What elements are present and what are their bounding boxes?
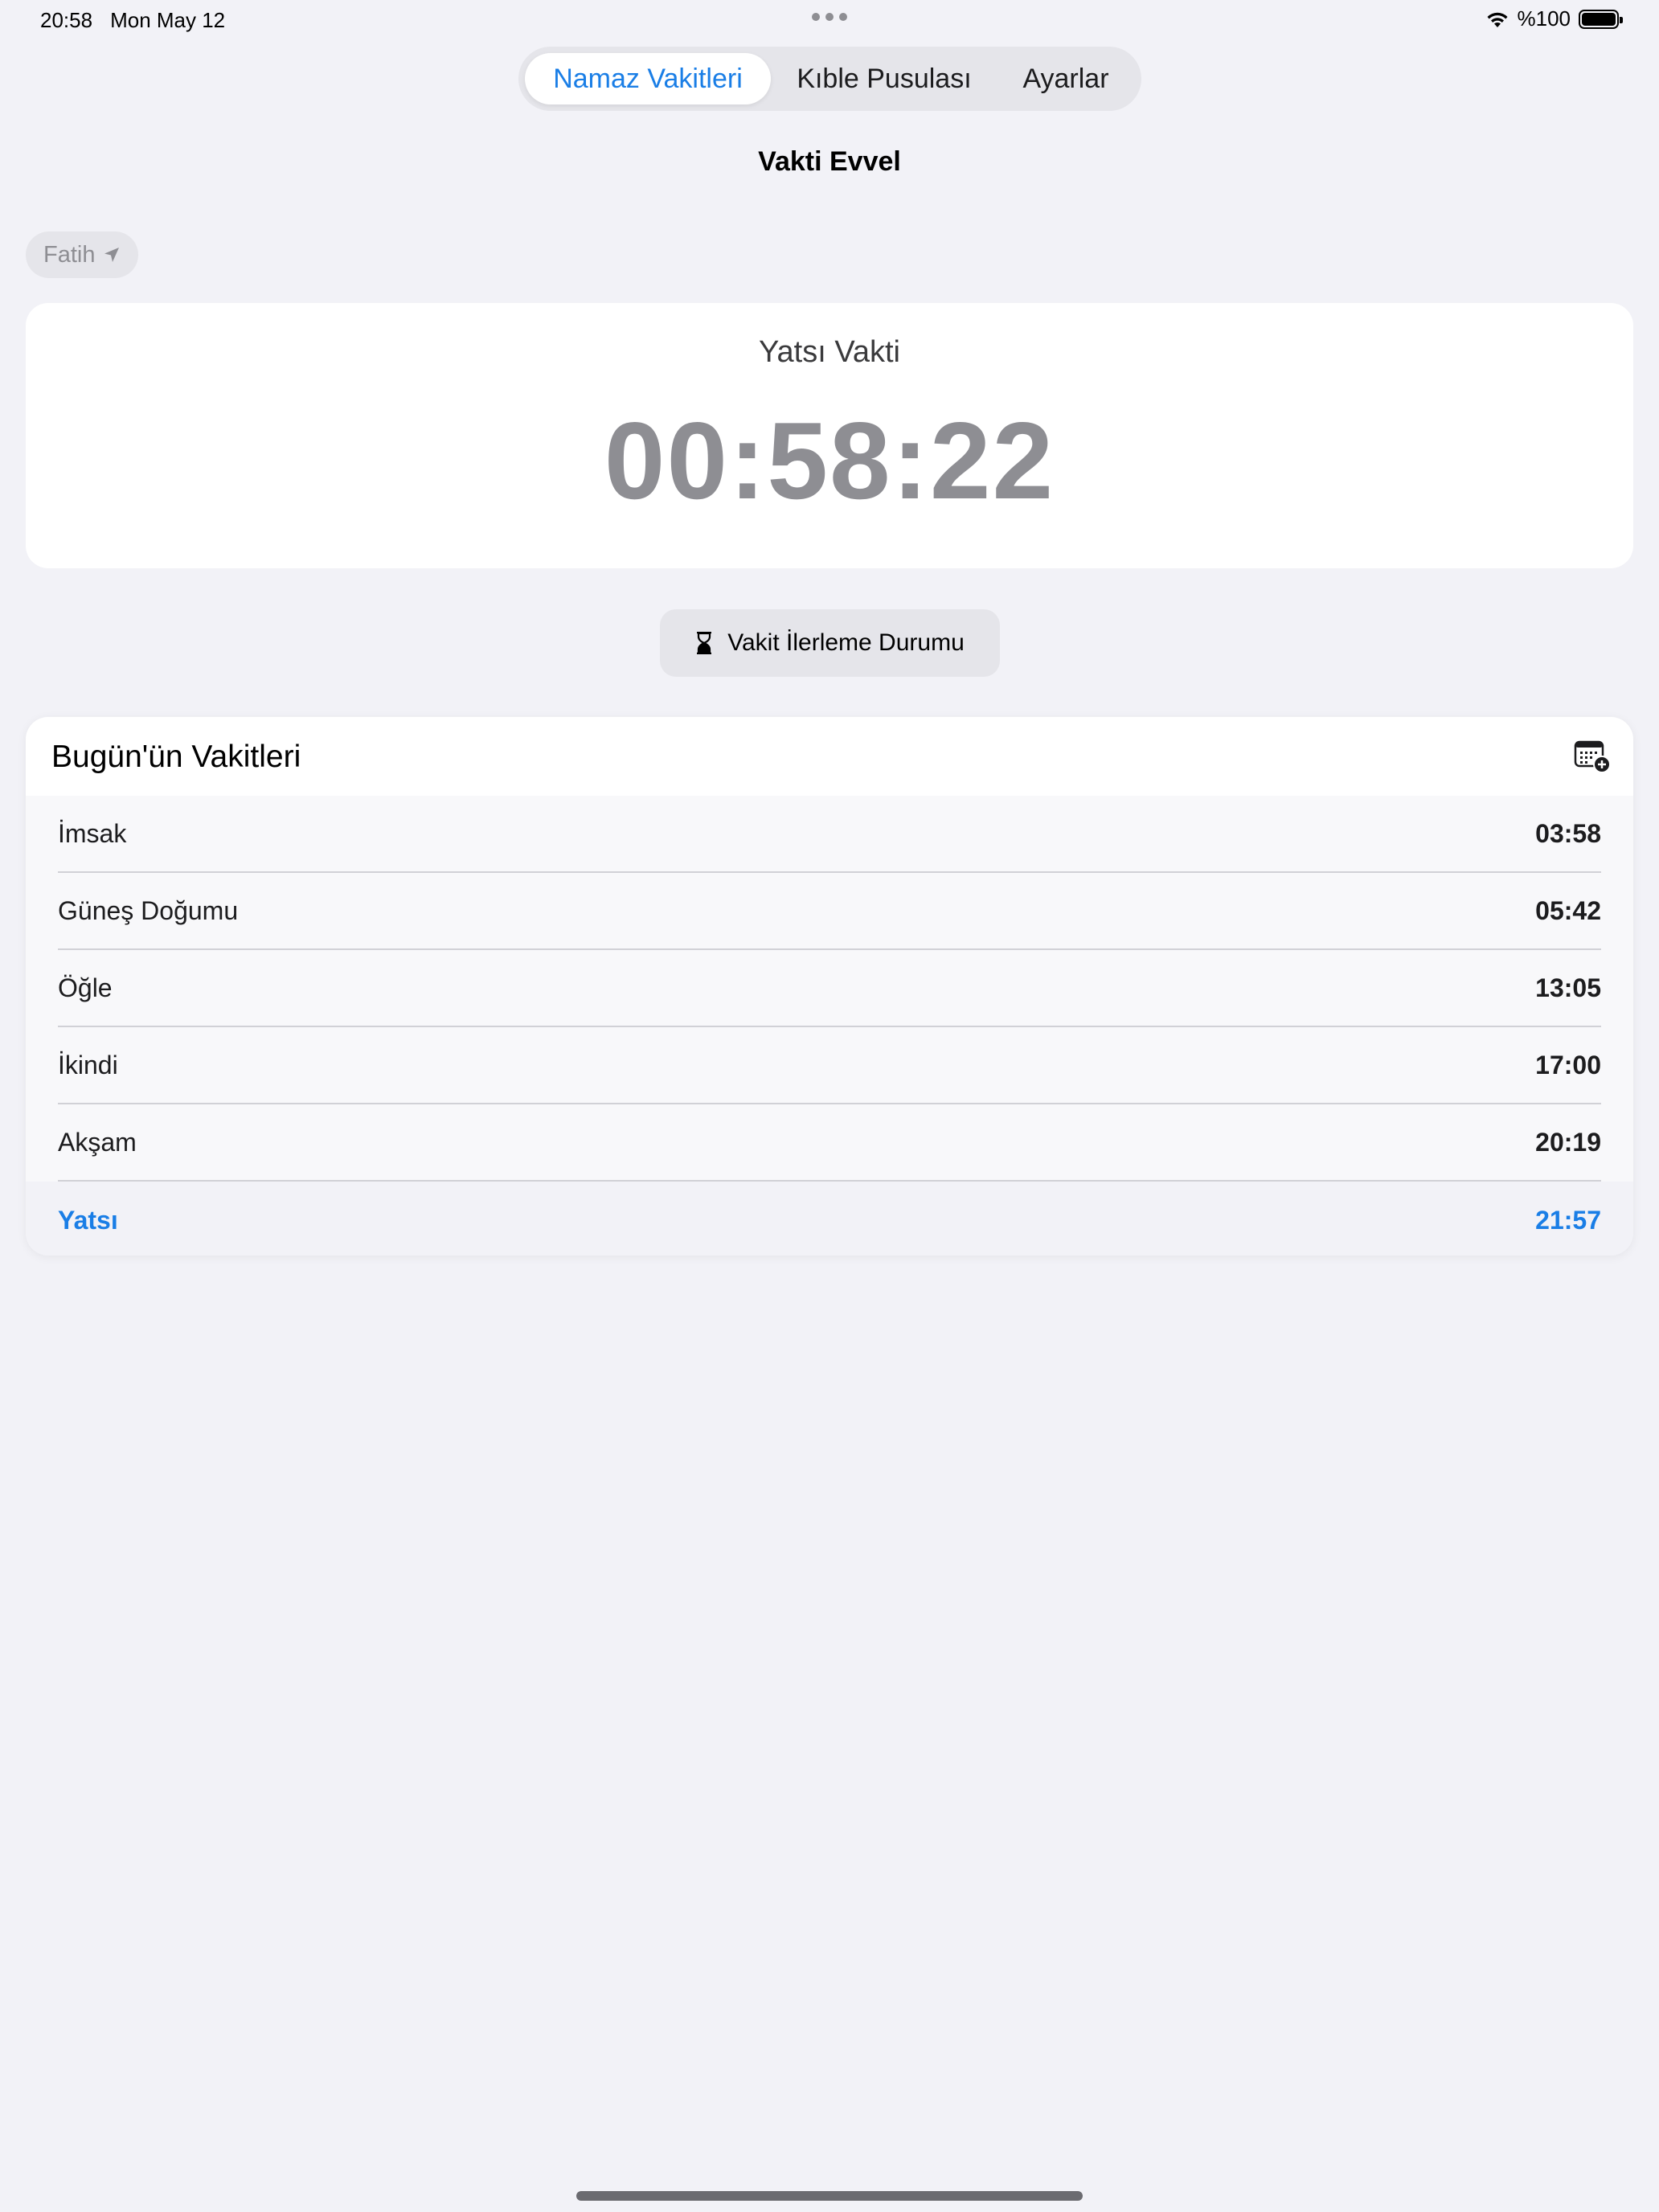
location-button[interactable]: Fatih <box>26 231 139 278</box>
prayer-time: 20:19 <box>1535 1127 1601 1157</box>
today-times-header: Bugün'ün Vakitleri <box>26 717 1633 796</box>
today-times-title: Bugün'ün Vakitleri <box>51 739 301 774</box>
next-prayer-label: Yatsı Vakti <box>759 335 900 369</box>
status-bar: 20:58 Mon May 12 %100 <box>0 0 1659 39</box>
status-date: Mon May 12 <box>110 8 226 32</box>
status-right: %100 <box>1485 6 1623 31</box>
countdown-card: Yatsı Vakti 00:58:22 <box>26 303 1633 568</box>
hourglass-icon <box>697 632 712 654</box>
status-left: 20:58 Mon May 12 <box>40 8 225 33</box>
prayer-time: 05:42 <box>1535 895 1601 925</box>
wifi-icon <box>1487 12 1507 27</box>
prayer-time: 21:57 <box>1535 1205 1601 1235</box>
prayer-time: 17:00 <box>1535 1050 1601 1079</box>
prayer-row-ikindi: İkindi 17:00 <box>58 1027 1601 1104</box>
home-indicator[interactable] <box>576 2191 1083 2201</box>
prayer-row-ogle: Öğle 13:05 <box>58 950 1601 1027</box>
today-times-card: Bugün'ün Vakitleri İmsak 03:58 Güneş Doğ… <box>26 717 1633 1256</box>
tab-qibla-compass[interactable]: Kıble Pusulası <box>771 53 997 104</box>
countdown-timer: 00:58:22 <box>604 399 1055 522</box>
prayer-row-sunrise: Güneş Doğumu 05:42 <box>58 873 1601 950</box>
prayer-name: Öğle <box>58 973 113 1002</box>
prayer-row-imsak: İmsak 03:58 <box>58 796 1601 873</box>
battery-percent: %100 <box>1517 6 1571 31</box>
prayer-name: Güneş Doğumu <box>58 895 239 925</box>
tab-settings[interactable]: Ayarlar <box>997 53 1134 104</box>
progress-button-label: Vakit İlerleme Durumu <box>727 629 965 656</box>
prayer-time: 13:05 <box>1535 973 1601 1002</box>
prayer-name: İkindi <box>58 1050 118 1079</box>
page-title: Vakti Evvel <box>758 146 901 177</box>
battery-icon <box>1579 9 1623 29</box>
prayer-progress-button[interactable]: Vakit İlerleme Durumu <box>660 609 1000 677</box>
location-arrow-icon <box>104 248 120 262</box>
prayer-row-yatsi-current: Yatsı 21:57 <box>26 1182 1633 1256</box>
prayer-name: Akşam <box>58 1127 137 1157</box>
prayer-name: Yatsı <box>58 1205 118 1235</box>
prayer-name: İmsak <box>58 818 127 848</box>
multitasking-dots-icon[interactable] <box>812 13 847 21</box>
location-name: Fatih <box>43 241 96 268</box>
add-to-calendar-icon[interactable] <box>1574 739 1611 773</box>
prayer-times-list: İmsak 03:58 Güneş Doğumu 05:42 Öğle 13:0… <box>26 796 1633 1256</box>
app-window: 20:58 Mon May 12 %100 Namaz Vakitleri Kı… <box>0 0 1659 2212</box>
tab-prayer-times[interactable]: Namaz Vakitleri <box>525 53 771 104</box>
prayer-time: 03:58 <box>1535 818 1601 848</box>
status-time: 20:58 <box>40 8 93 32</box>
prayer-row-aksam: Akşam 20:19 <box>58 1104 1601 1182</box>
segmented-tabs: Namaz Vakitleri Kıble Pusulası Ayarlar <box>518 47 1141 111</box>
